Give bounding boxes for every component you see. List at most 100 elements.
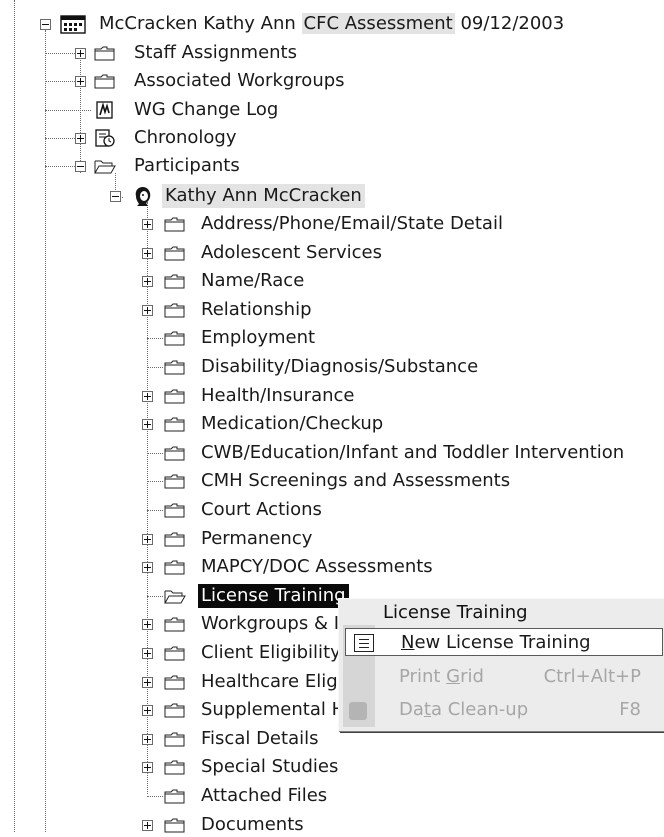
tree-node[interactable]: Court Actions — [198, 498, 325, 522]
tree-node[interactable]: Medication/Checkup — [198, 412, 386, 436]
menu-item-label-part: Print — [399, 666, 447, 687]
folder-icon — [164, 446, 185, 461]
tree-guide-line — [45, 30, 46, 832]
expand-toggle[interactable] — [142, 248, 153, 259]
tree-node[interactable]: Associated Workgroups — [131, 69, 348, 93]
root-client-name: McCracken Kathy Ann — [99, 13, 296, 34]
menu-item-mnemonic: G — [446, 666, 461, 687]
menu-item-label: Print Grid — [399, 663, 484, 691]
expand-toggle[interactable] — [142, 419, 153, 430]
tree-root-node[interactable]: McCracken Kathy Ann CFC Assessment 09/12… — [96, 12, 567, 36]
expand-toggle[interactable] — [75, 76, 86, 87]
tree-node[interactable]: Attached Files — [198, 784, 330, 808]
menu-item-label-rest: ew License Training — [414, 632, 591, 653]
folder-icon — [164, 360, 185, 375]
data-clean-up-menu-item[interactable]: Data Clean-up F8 — [349, 696, 661, 724]
tree-node[interactable]: Name/Race — [198, 269, 307, 293]
menu-item-shortcut: Ctrl+Alt+P — [543, 666, 641, 687]
folder-icon — [164, 646, 185, 661]
tree-node[interactable]: Relationship — [198, 298, 315, 322]
context-menu[interactable]: License Training New License Training Pr… — [338, 598, 664, 731]
folder-icon — [164, 217, 185, 232]
tree-node[interactable]: Client Eligibility I — [198, 641, 355, 665]
menu-item-mnemonic: N — [401, 632, 415, 653]
selected-tree-node[interactable]: License Training — [198, 584, 349, 608]
folder-icon — [164, 503, 185, 518]
folder-icon — [94, 160, 116, 174]
tree-node[interactable]: Staff Assignments — [131, 41, 300, 65]
expand-toggle[interactable] — [142, 219, 153, 230]
expand-toggle[interactable] — [142, 734, 153, 745]
tree-guide-line — [80, 53, 81, 173]
expand-toggle[interactable] — [142, 276, 153, 287]
new-license-training-menu-item[interactable]: New License Training — [345, 628, 663, 656]
tree-node[interactable]: Healthcare Eligil — [198, 670, 351, 694]
tree-node[interactable]: Address/Phone/Email/State Detail — [198, 212, 506, 236]
participant-node[interactable]: Kathy Ann McCracken — [162, 184, 365, 208]
menu-item-label: Data Clean-up — [399, 696, 528, 724]
print-grid-menu-item[interactable]: Print Grid Ctrl+Alt+P — [379, 663, 661, 691]
tree-node[interactable]: Chronology — [131, 126, 240, 150]
tree-node[interactable]: WG Change Log — [131, 98, 281, 122]
tree-node[interactable]: Health/Insurance — [198, 384, 357, 408]
folder-icon — [164, 675, 185, 690]
expand-toggle[interactable] — [142, 762, 153, 773]
menu-item-shortcut: F8 — [619, 699, 641, 720]
tree-node[interactable]: Disability/Diagnosis/Substance — [198, 355, 481, 379]
expand-toggle[interactable] — [75, 133, 86, 144]
context-menu-title: License Training — [383, 602, 528, 623]
folder-icon — [164, 560, 185, 575]
new-record-icon — [354, 634, 374, 652]
expand-toggle[interactable] — [142, 820, 153, 831]
folder-icon — [164, 617, 185, 632]
expand-toggle[interactable] — [142, 391, 153, 402]
menu-item-label-part: rid — [460, 666, 484, 687]
participant-collapse-toggle[interactable] — [110, 191, 121, 202]
assessment-calendar-icon — [60, 15, 86, 34]
folder-icon — [164, 331, 185, 346]
tree-node[interactable]: Employment — [198, 326, 318, 350]
change-log-icon — [96, 101, 113, 119]
folder-icon — [164, 417, 185, 432]
folder-icon — [164, 532, 185, 547]
chronology-icon — [95, 129, 115, 147]
menu-item-label-part: Da — [399, 699, 424, 720]
folder-icon — [164, 389, 185, 404]
tree-node[interactable]: CMH Screenings and Assessments — [198, 469, 513, 493]
folder-icon — [164, 274, 185, 289]
tree-node[interactable]: Permanency — [198, 527, 315, 551]
root-assessment: CFC Assessment — [301, 13, 455, 34]
tree-node[interactable]: Supplemental H — [198, 698, 348, 722]
tree-node[interactable]: Documents — [198, 813, 307, 837]
folder-icon — [164, 474, 185, 489]
root-collapse-toggle[interactable] — [40, 19, 51, 30]
collapse-toggle[interactable] — [75, 161, 86, 172]
menu-item-label-part: a Clean-up — [430, 699, 529, 720]
expand-toggle[interactable] — [142, 705, 153, 716]
folder-icon — [164, 303, 185, 318]
menu-item-label: New License Training — [401, 629, 591, 657]
tree-node[interactable]: MAPCY/DOC Assessments — [198, 555, 436, 579]
tree-node[interactable]: Special Studies — [198, 755, 341, 779]
folder-icon — [164, 732, 185, 747]
tree-node[interactable]: Workgroups & I — [198, 612, 342, 636]
expand-toggle[interactable] — [142, 562, 153, 573]
tree-node[interactable]: Fiscal Details — [198, 727, 321, 751]
expand-toggle[interactable] — [142, 648, 153, 659]
folder-icon — [164, 818, 185, 833]
person-icon — [135, 187, 151, 206]
tree-node[interactable]: Adolescent Services — [198, 241, 385, 265]
tree-node[interactable]: Participants — [131, 154, 243, 178]
folder-icon — [94, 46, 115, 61]
folder-icon — [164, 789, 185, 804]
expand-toggle[interactable] — [142, 534, 153, 545]
folder-icon — [94, 74, 115, 89]
expand-toggle[interactable] — [142, 677, 153, 688]
expand-toggle[interactable] — [142, 305, 153, 316]
tree-node[interactable]: CWB/Education/Infant and Toddler Interve… — [198, 441, 627, 465]
menu-item-mnemonic: t — [423, 699, 431, 720]
expand-toggle[interactable] — [142, 619, 153, 630]
expand-toggle[interactable] — [75, 48, 86, 59]
root-date: 09/12/2003 — [460, 13, 565, 34]
tree-guide-line — [14, 0, 15, 832]
